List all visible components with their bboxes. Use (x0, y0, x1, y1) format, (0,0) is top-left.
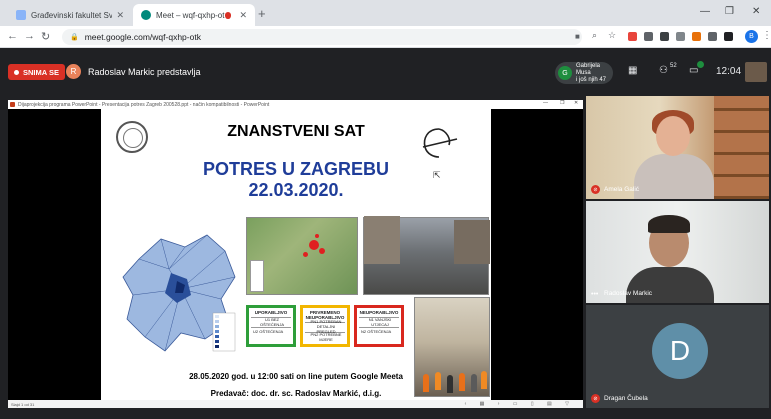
map-legend (250, 260, 264, 292)
participant-avatar: D (652, 323, 708, 379)
mouse-cursor-icon: ⇱ (433, 170, 441, 180)
presentation-slide: ZNANSTVENI SAT POTRES U ZAGREBU 22.03.20… (101, 109, 491, 400)
bookmark-star-icon[interactable]: ☆ (608, 30, 616, 41)
zagreb-district-map (122, 234, 236, 352)
participants-count: 52 (670, 63, 677, 69)
participant-tile[interactable]: ••• Radoslav Markic (586, 201, 769, 303)
recording-badge: SNIMA SE (8, 64, 65, 80)
page-favicon-icon (16, 10, 26, 20)
powerpoint-icon (10, 102, 15, 107)
recording-dot-icon (14, 69, 19, 75)
more-options-icon[interactable]: ••• (591, 291, 598, 298)
status-box-temporary: PRIVREMENO NEUPORABLJIVO PN1 POTREBAN DE… (300, 305, 350, 347)
aftershock-marker (319, 248, 325, 254)
participant-tile[interactable]: ⊘ Amela Galić (586, 96, 769, 199)
status-box-usable: UPORABLJIVO U1 BEZ OŠTEĆENJA U2 OŠTEĆENJ… (246, 305, 296, 347)
aftershock-marker (303, 252, 308, 257)
status-row: N1 VANJSKI UTJECAJ (359, 317, 399, 327)
close-icon[interactable]: ✕ (239, 10, 247, 21)
slide-counter: Slajd 1 od 31 (11, 401, 35, 407)
slide-date: 22.03.2020. (248, 180, 344, 200)
layout-grid-icon[interactable]: ▦ (628, 65, 637, 76)
mic-off-icon: ⊘ (591, 394, 600, 403)
self-view-thumbnail[interactable] (745, 62, 767, 82)
people-icon[interactable]: ⚇ (659, 65, 668, 76)
forward-arrow-icon[interactable]: → (24, 30, 35, 42)
participant-avatar: G (558, 66, 572, 80)
tab-gradjevinski[interactable]: Građevinski fakultet Sveučilišta u ✕ (8, 4, 132, 26)
participant-name: Dragan Čubela (604, 395, 648, 402)
new-tab-button[interactable]: + (258, 6, 266, 21)
epicenter-marker (309, 240, 319, 250)
bookshelf-background (714, 96, 769, 199)
powerpoint-status-bar: Slajd 1 od 31 ‹ ▦ › ▭ ▯ ▤ ▽ (8, 400, 583, 408)
reload-icon[interactable]: ↻ (41, 30, 50, 43)
lock-icon: 🔒 (70, 34, 79, 41)
maximize-icon[interactable]: ❐ (560, 100, 564, 106)
participant-name: Amela Galić (604, 186, 640, 193)
maximize-icon[interactable]: ❐ (725, 6, 734, 17)
tab-meet[interactable]: Meet – wqf-qxhp-otk ✕ (133, 4, 255, 26)
tab-title: Meet – wqf-qxhp-otk (156, 10, 225, 20)
participant-more: i još njih 47 (576, 76, 607, 83)
participants-chip[interactable]: G Gabrijela Musa i još njih 47 (555, 62, 613, 84)
status-row: N2 OŠTEĆENJA (359, 327, 399, 335)
damaged-street-photo (363, 216, 490, 295)
menu-dots-icon[interactable]: ⋮ (762, 30, 771, 41)
extension-icon[interactable] (628, 32, 637, 41)
status-row: PN1 POTREBAN DETALJNI PREGLED (305, 319, 345, 334)
building-status-legend: UPORABLJIVO U1 BEZ OŠTEĆENJA U2 OŠTEĆENJ… (246, 305, 406, 349)
extension-icon[interactable] (724, 32, 733, 41)
mic-off-icon: ⊘ (591, 185, 600, 194)
participant-name: Radoslav Markic (604, 290, 653, 297)
zoom-icon[interactable]: ⌕ (592, 30, 597, 41)
status-row: U1 BEZ OŠTEĆENJA (251, 317, 291, 327)
event-line: 28.05.2020 god. u 12:00 sati on line put… (189, 372, 403, 381)
faculty-logo (422, 128, 458, 158)
recording-label: SNIMA SE (23, 67, 59, 77)
meet-top-bar: SNIMA SE R Radoslav Markic predstavlja G… (0, 48, 771, 96)
close-icon[interactable]: ✕ (116, 10, 124, 21)
close-icon[interactable]: ✕ (574, 100, 578, 106)
powerpoint-window-title: Dijaprojekcija programa PowerPoint - Pre… (18, 101, 270, 108)
status-row: PN2 POTREBNE MJERE (305, 332, 345, 342)
address-bar[interactable]: 🔒 meet.google.com/wqf-qxhp-otk (62, 29, 582, 45)
minimize-icon[interactable]: — (543, 100, 548, 106)
chat-badge (697, 61, 704, 68)
meet-bottom-bar (0, 408, 771, 419)
tab-title: Građevinski fakultet Sveučilišta u (31, 10, 113, 20)
close-window-icon[interactable]: ✕ (752, 6, 760, 17)
status-box-unusable: NEUPORABLJIVO N1 VANJSKI UTJECAJ N2 OŠTE… (354, 305, 404, 347)
earthquake-epicenter-map (246, 217, 358, 295)
extension-icon[interactable] (692, 32, 701, 41)
camera-icon[interactable]: ■ (575, 32, 580, 41)
presenter-avatar: R (66, 64, 81, 79)
back-arrow-icon[interactable]: ← (7, 30, 18, 42)
participant-tile[interactable]: D ⊘ Dragan Čubela (586, 305, 769, 408)
powerpoint-title-bar: Dijaprojekcija programa PowerPoint - Pre… (8, 100, 583, 109)
extension-icon[interactable] (660, 32, 669, 41)
participant-name: Gabrijela Musa (576, 62, 601, 76)
extension-icon[interactable] (644, 32, 653, 41)
presenter-text: Radoslav Markic predstavlja (88, 67, 201, 77)
browser-toolbar: ← → ↻ 🔒 meet.google.com/wqf-qxhp-otk ■ ⌕… (0, 26, 771, 48)
lecturer-line: Predavač: doc. dr. sc. Radoslav Markić, … (210, 389, 382, 398)
meet-favicon-icon (141, 10, 151, 20)
minimize-icon[interactable]: — (700, 6, 710, 17)
profile-avatar[interactable]: B (745, 30, 758, 43)
aftershock-marker (315, 234, 319, 238)
url-text: meet.google.com/wqf-qxhp-otk (84, 32, 201, 42)
status-row: U2 OŠTEĆENJA (251, 327, 291, 335)
recording-dot-icon (224, 11, 232, 19)
meeting-clock: 12:04 (716, 66, 742, 77)
status-heading: NEUPORABLJIVO (359, 310, 399, 315)
status-heading: UPORABLJIVO (254, 310, 288, 315)
slide-nav-controls[interactable]: ‹ ▦ › ▭ ▯ ▤ ▽ (465, 401, 575, 407)
extension-icon[interactable] (676, 32, 685, 41)
browser-tab-strip: Građevinski fakultet Sveučilišta u ✕ Mee… (0, 0, 771, 26)
extension-icon[interactable] (708, 32, 717, 41)
inspection-team-photo (414, 297, 490, 397)
